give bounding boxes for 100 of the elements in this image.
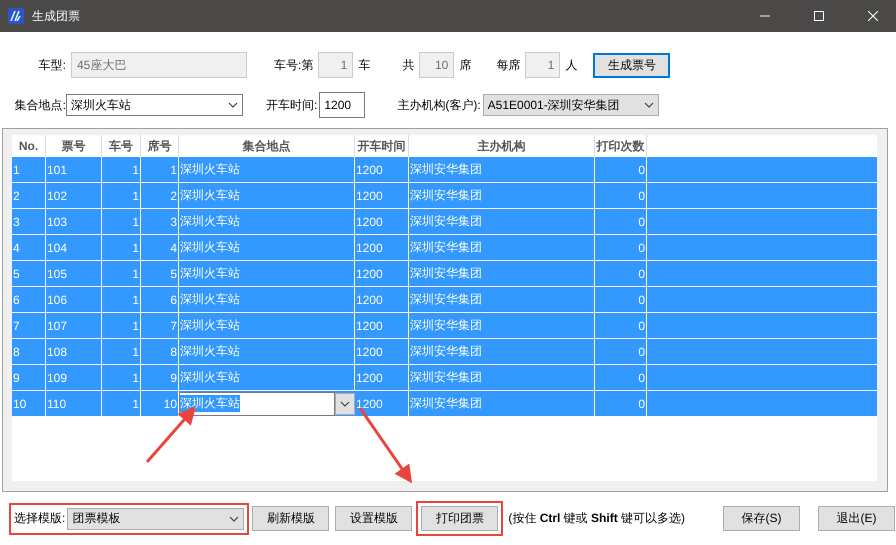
- table-cell: 0: [595, 235, 647, 261]
- table-cell: 0: [595, 157, 647, 183]
- table-cell: 1: [102, 313, 141, 339]
- table-cell: 1200: [355, 287, 409, 313]
- table-cell: 1: [102, 261, 141, 287]
- chevron-down-icon: [644, 102, 654, 108]
- table-cell: 1200: [355, 391, 409, 417]
- exit-button[interactable]: 退出(E): [818, 506, 896, 531]
- table-cell: 0: [595, 391, 647, 417]
- table-cell: 104: [46, 235, 102, 261]
- unit-label: 席: [459, 56, 472, 74]
- table-cell: 1200: [355, 235, 409, 261]
- table-cell: 1: [102, 157, 141, 183]
- table-cell: 103: [46, 209, 102, 235]
- generate-button[interactable]: 生成票号: [593, 52, 670, 78]
- table-cell: 深圳安华集团: [409, 261, 595, 287]
- table-cell: 深圳安华集团: [409, 313, 595, 339]
- chevron-down-icon: [228, 102, 238, 108]
- table-cell: 1: [102, 183, 141, 209]
- table-cell: 深圳火车站: [179, 157, 355, 183]
- table-cell: 2: [141, 183, 179, 209]
- bus-type-label: 车型:: [38, 56, 66, 74]
- table-cell: 0: [595, 287, 647, 313]
- bus-number-label: 车号:第: [274, 56, 314, 74]
- table-cell: 105: [46, 261, 102, 287]
- table-cell: 深圳火车站: [179, 209, 355, 235]
- table-cell: 深圳安华集团: [409, 365, 595, 391]
- table-cell: 深圳安华集团: [409, 183, 595, 209]
- organizer-dropdown[interactable]: A51E0001-深圳安华集团: [482, 94, 659, 116]
- table-cell: 1200: [355, 313, 409, 339]
- departure-time-field[interactable]: 1200: [319, 92, 366, 118]
- save-button[interactable]: 保存(S): [723, 506, 800, 531]
- table-cell: 8: [12, 339, 46, 365]
- table-cell: 0: [595, 183, 647, 209]
- template-label: 选择模版:: [14, 510, 66, 527]
- table-cell: 深圳安华集团: [409, 209, 595, 235]
- table-cell: 1200: [355, 261, 409, 287]
- table-cell: 深圳火车站: [179, 313, 355, 339]
- table-cell: 深圳火车站: [179, 235, 355, 261]
- table-cell: 1: [141, 157, 179, 183]
- table-cell: 1: [102, 235, 141, 261]
- table-cell: 4: [141, 235, 179, 261]
- table-cell: 110: [46, 391, 102, 417]
- per-seat-label: 每席: [496, 56, 520, 74]
- table-cell: 深圳安华集团: [409, 157, 595, 183]
- table-cell: 9: [12, 365, 46, 391]
- table-cell: 9: [141, 365, 179, 391]
- table-cell: 1: [102, 339, 141, 365]
- table-cell: 109: [46, 365, 102, 391]
- table-cell: 1200: [355, 209, 409, 235]
- table-cell: 101: [46, 157, 102, 183]
- table-cell: 3: [12, 209, 46, 235]
- table-cell: 深圳火车站: [179, 365, 355, 391]
- table-cell: 3: [141, 209, 179, 235]
- table-cell: 5: [12, 261, 46, 287]
- table-cell: 106: [46, 287, 102, 313]
- table-cell: 深圳火车站: [179, 261, 355, 287]
- table-cell: 8: [141, 339, 179, 365]
- organizer-label: 主办机构(客户):: [397, 96, 481, 114]
- window-title: 生成团票: [32, 8, 81, 24]
- table-cell: 1: [102, 209, 141, 235]
- table-cell: 深圳安华集团: [409, 339, 595, 365]
- table-cell: 107: [46, 313, 102, 339]
- departure-time-label: 开车时间:: [266, 96, 318, 114]
- table-cell: 10: [141, 391, 179, 417]
- table-cell: 5: [141, 261, 179, 287]
- table-cell: 1200: [355, 157, 409, 183]
- table-cell: 深圳安华集团: [409, 235, 595, 261]
- table-cell: 2: [12, 183, 46, 209]
- table-cell: 1200: [355, 339, 409, 365]
- table-cell: 7: [141, 313, 179, 339]
- table-cell: 6: [12, 287, 46, 313]
- table-cell: 深圳火车站: [179, 183, 355, 209]
- table-cell: 6: [141, 287, 179, 313]
- meeting-place-dropdown[interactable]: 深圳火车站: [66, 94, 243, 116]
- table-cell: 108: [46, 339, 102, 365]
- table-cell: 10: [12, 391, 46, 417]
- multi-select-hint: (按住 Ctrl 键或 Shift 键可以多选): [508, 510, 686, 527]
- maximize-icon[interactable]: [814, 11, 824, 21]
- table-cell: 0: [595, 313, 647, 339]
- table-cell: 深圳火车站: [179, 339, 355, 365]
- footer-button[interactable]: 设置模版: [335, 506, 412, 531]
- table-cell: 0: [595, 365, 647, 391]
- footer-button[interactable]: 刷新模版: [252, 506, 330, 531]
- table-cell: 深圳安华集团: [409, 287, 595, 313]
- template-dropdown[interactable]: 团票模板: [67, 508, 244, 530]
- table-cell: 102: [46, 183, 102, 209]
- table-cell: 1: [102, 365, 141, 391]
- chevron-down-icon: [340, 400, 350, 406]
- table-cell: 深圳火车站: [179, 287, 355, 313]
- table-cell: 1: [102, 391, 141, 417]
- table-cell: 1: [12, 157, 46, 183]
- close-icon[interactable]: [868, 11, 878, 21]
- app-icon: [8, 8, 24, 24]
- table-cell: 深圳安华集团: [409, 391, 595, 417]
- table-cell: 7: [12, 313, 46, 339]
- unit-label: 车: [358, 56, 370, 74]
- table-cell: 1200: [355, 183, 409, 209]
- table-cell: 0: [595, 339, 647, 365]
- dropdown-button[interactable]: [335, 392, 355, 414]
